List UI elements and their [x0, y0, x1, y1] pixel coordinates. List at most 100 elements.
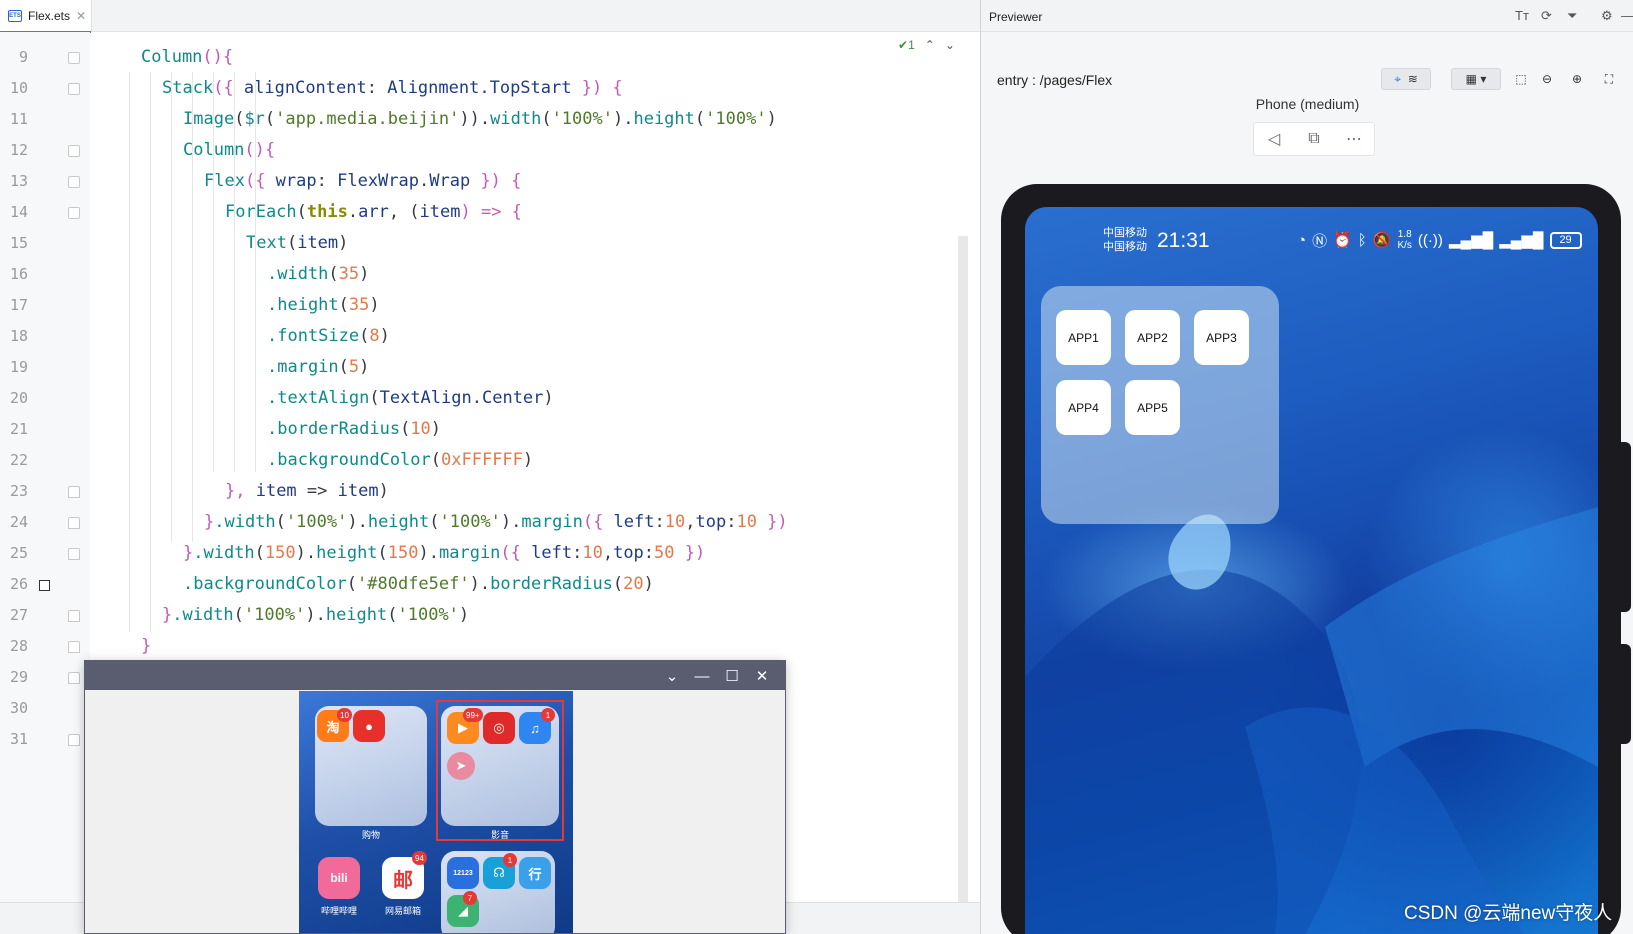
check-icon: ✔1 — [898, 38, 915, 52]
app-card-app4[interactable]: APP4 — [1056, 380, 1111, 435]
folder-shopping[interactable]: 淘 10 ● — [315, 706, 427, 826]
minimize-icon[interactable]: — — [691, 665, 713, 687]
code-line[interactable]: Column(){ — [141, 42, 233, 73]
traffic-app-icon[interactable]: 12123 — [447, 857, 479, 889]
code-token: .width — [214, 512, 276, 532]
code-line[interactable]: Text(item) — [246, 228, 348, 259]
code-token: Flex — [204, 171, 245, 191]
back-icon[interactable]: ◁ — [1254, 123, 1294, 155]
code-line[interactable]: .backgroundColor(0xFFFFFF) — [267, 445, 533, 476]
font-size-icon[interactable]: Tт — [1515, 8, 1529, 23]
code-line[interactable]: .height(35) — [267, 290, 380, 321]
fold-marker-icon[interactable] — [68, 610, 80, 622]
code-token: ({ — [582, 512, 614, 532]
inspect-icon[interactable]: ⌖ — [1394, 72, 1401, 87]
code-token: margin — [521, 512, 583, 532]
fold-marker-icon[interactable] — [68, 672, 80, 684]
close-tab-icon[interactable]: ✕ — [76, 9, 86, 23]
code-token: 10 — [410, 419, 431, 439]
inspector-toggle[interactable]: ⌖ ≋ — [1381, 68, 1431, 90]
fold-marker-icon[interactable] — [68, 548, 80, 560]
folder-tools[interactable]: 12123 ☊ 1 行 ◢ 7 — [441, 851, 555, 933]
code-token: ( — [346, 574, 358, 594]
fold-marker-icon[interactable] — [68, 517, 80, 529]
selection-highlight — [436, 700, 564, 841]
rotate-icon[interactable]: ⧉ — [1294, 123, 1334, 155]
code-token: top — [613, 543, 644, 563]
previewer-header: Previewer Tт ⟳ ⏷ ⚙ — — [981, 0, 1633, 32]
code-line[interactable]: Image($r('app.media.beijin')).width('100… — [183, 104, 777, 135]
code-token: left — [531, 543, 573, 563]
app-card-app5[interactable]: APP5 — [1125, 380, 1180, 435]
fold-marker-icon[interactable] — [68, 486, 80, 498]
line-number: 18 — [9, 327, 28, 345]
code-token: 10 — [664, 512, 686, 532]
code-token: } — [141, 636, 152, 656]
close-window-icon[interactable]: ✕ — [751, 665, 773, 687]
code-line[interactable]: .margin(5) — [267, 352, 369, 383]
line-number: 10 — [9, 79, 28, 97]
code-line[interactable]: .borderRadius(10) — [267, 414, 441, 445]
code-line[interactable]: }, item => item) — [225, 476, 389, 507]
code-line[interactable]: ForEach(this.arr, (item) => { — [225, 197, 522, 228]
fold-marker-icon[interactable] — [68, 145, 80, 157]
more-icon[interactable]: ⋯ — [1334, 123, 1374, 155]
indent-guide — [255, 72, 256, 472]
line-number: 14 — [9, 203, 28, 221]
speedometer-icon: ◔ — [1297, 231, 1307, 249]
zoom-in-icon[interactable]: ⊕ — [1567, 68, 1587, 90]
vertical-scrollbar[interactable] — [958, 236, 968, 904]
code-line[interactable]: Stack({ alignContent: Alignment.TopStart… — [162, 73, 623, 104]
fold-marker-icon[interactable] — [68, 734, 80, 746]
fold-marker-icon[interactable] — [68, 176, 80, 188]
line-number: 26 — [9, 575, 28, 593]
bilibili-app-icon[interactable]: bili — [318, 857, 360, 899]
layers-icon[interactable]: ≋ — [1408, 72, 1418, 86]
previous-highlight-icon[interactable]: ⌃ — [925, 38, 935, 52]
code-line[interactable]: }.width('100%').height('100%') — [162, 600, 469, 631]
device-controls: ◁ ⧉ ⋯ — [1253, 122, 1375, 156]
tab-flex-ets[interactable]: ETS Flex.ets ✕ — [0, 0, 92, 33]
code-token: Wrap — [429, 171, 471, 191]
travel-app-icon[interactable]: 行 — [519, 857, 551, 889]
gear-icon[interactable]: ⚙ — [1601, 8, 1613, 24]
phone-screen[interactable]: 中国移动 中国移动 21:31 ◔ Ⓝ ⏰ ᛒ 🔕 1.8 K/s ((·)) … — [1025, 207, 1598, 934]
line-number: 25 — [9, 544, 28, 562]
layout-dropdown[interactable]: ▦ ▾ — [1451, 68, 1501, 90]
filter-icon[interactable]: ⏷ — [1567, 8, 1577, 24]
code-line[interactable]: .textAlign(TextAlign.Center) — [267, 383, 554, 414]
inspection-widget[interactable]: ✔1 ⌃ ⌄ — [898, 38, 955, 52]
code-token: FlexWrap — [337, 171, 419, 191]
window-titlebar[interactable]: ⌄ — ☐ ✕ — [85, 661, 785, 690]
code-token: ( — [387, 605, 398, 625]
fold-marker-icon[interactable] — [68, 641, 80, 653]
app-card-app2[interactable]: APP2 — [1125, 310, 1180, 365]
code-line[interactable]: Column(){ — [183, 135, 275, 166]
fold-marker-icon[interactable] — [68, 52, 80, 64]
code-line[interactable]: .width(35) — [267, 259, 369, 290]
app-card-app1[interactable]: APP1 — [1056, 310, 1111, 365]
app-card-app3[interactable]: APP3 — [1194, 310, 1249, 365]
hide-panel-icon[interactable]: — — [1621, 8, 1633, 23]
fold-marker-icon[interactable] — [68, 207, 80, 219]
refresh-icon[interactable]: ⟳ — [1541, 8, 1552, 24]
code-token: ) — [369, 295, 380, 315]
fold-marker-icon[interactable] — [68, 83, 80, 95]
line-marker-checkbox[interactable] — [39, 580, 50, 591]
maximize-icon[interactable]: ☐ — [721, 665, 743, 687]
code-line[interactable]: .fontSize(8) — [267, 321, 390, 352]
code-line[interactable]: .backgroundColor('#80dfe5ef').borderRadi… — [183, 569, 654, 600]
code-line[interactable]: } — [141, 631, 151, 662]
next-highlight-icon[interactable]: ⌄ — [945, 38, 955, 52]
code-line[interactable]: }.width('100%').height('100%').margin({ … — [204, 507, 788, 538]
crop-icon[interactable]: ⬚ — [1511, 68, 1531, 90]
code-token: 8 — [369, 326, 380, 346]
code-token: ) — [338, 233, 349, 253]
chevron-down-icon[interactable]: ⌄ — [661, 665, 683, 687]
zoom-out-icon[interactable]: ⊖ — [1537, 68, 1557, 90]
code-line[interactable]: Flex({ wrap: FlexWrap.Wrap }) { — [204, 166, 521, 197]
fit-screen-icon[interactable]: ⛶ — [1599, 68, 1619, 90]
code-token: ) — [766, 109, 777, 129]
code-line[interactable]: }.width(150).height(150).margin({ left:1… — [183, 538, 705, 569]
jd-app-icon[interactable]: ● — [353, 710, 385, 742]
